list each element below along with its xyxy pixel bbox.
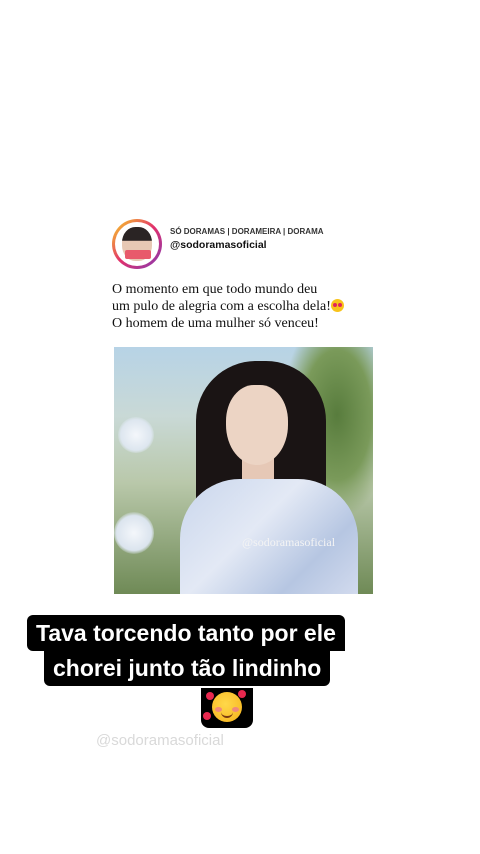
post-media-image[interactable]: @sodoramasoficial [114,347,373,594]
smiling-face-with-hearts-icon [201,688,253,728]
heart-eyes-emoji-icon [330,299,344,312]
media-watermark: @sodoramasoficial [242,535,336,549]
caption-line: um pulo de alegria com a escolha dela! [112,298,374,315]
story-watermark: @sodoramasoficial [96,732,224,749]
caption-line: O homem de uma mulher só venceu! [112,316,319,331]
story-caption-line-1: Tava torcendo tanto por ele [27,615,345,651]
profile-avatar[interactable] [112,219,162,269]
account-name: SÓ DORAMAS | DORAMEIRA | DORAMA [170,227,324,236]
caption-line: O momento em que todo mundo deu [112,282,318,297]
story-caption-line-2: chorei junto tão lindinho [44,650,331,686]
account-handle[interactable]: @sodoramasoficial [170,239,267,251]
post-caption: O momento em que todo mundo deu um pulo … [112,281,374,332]
